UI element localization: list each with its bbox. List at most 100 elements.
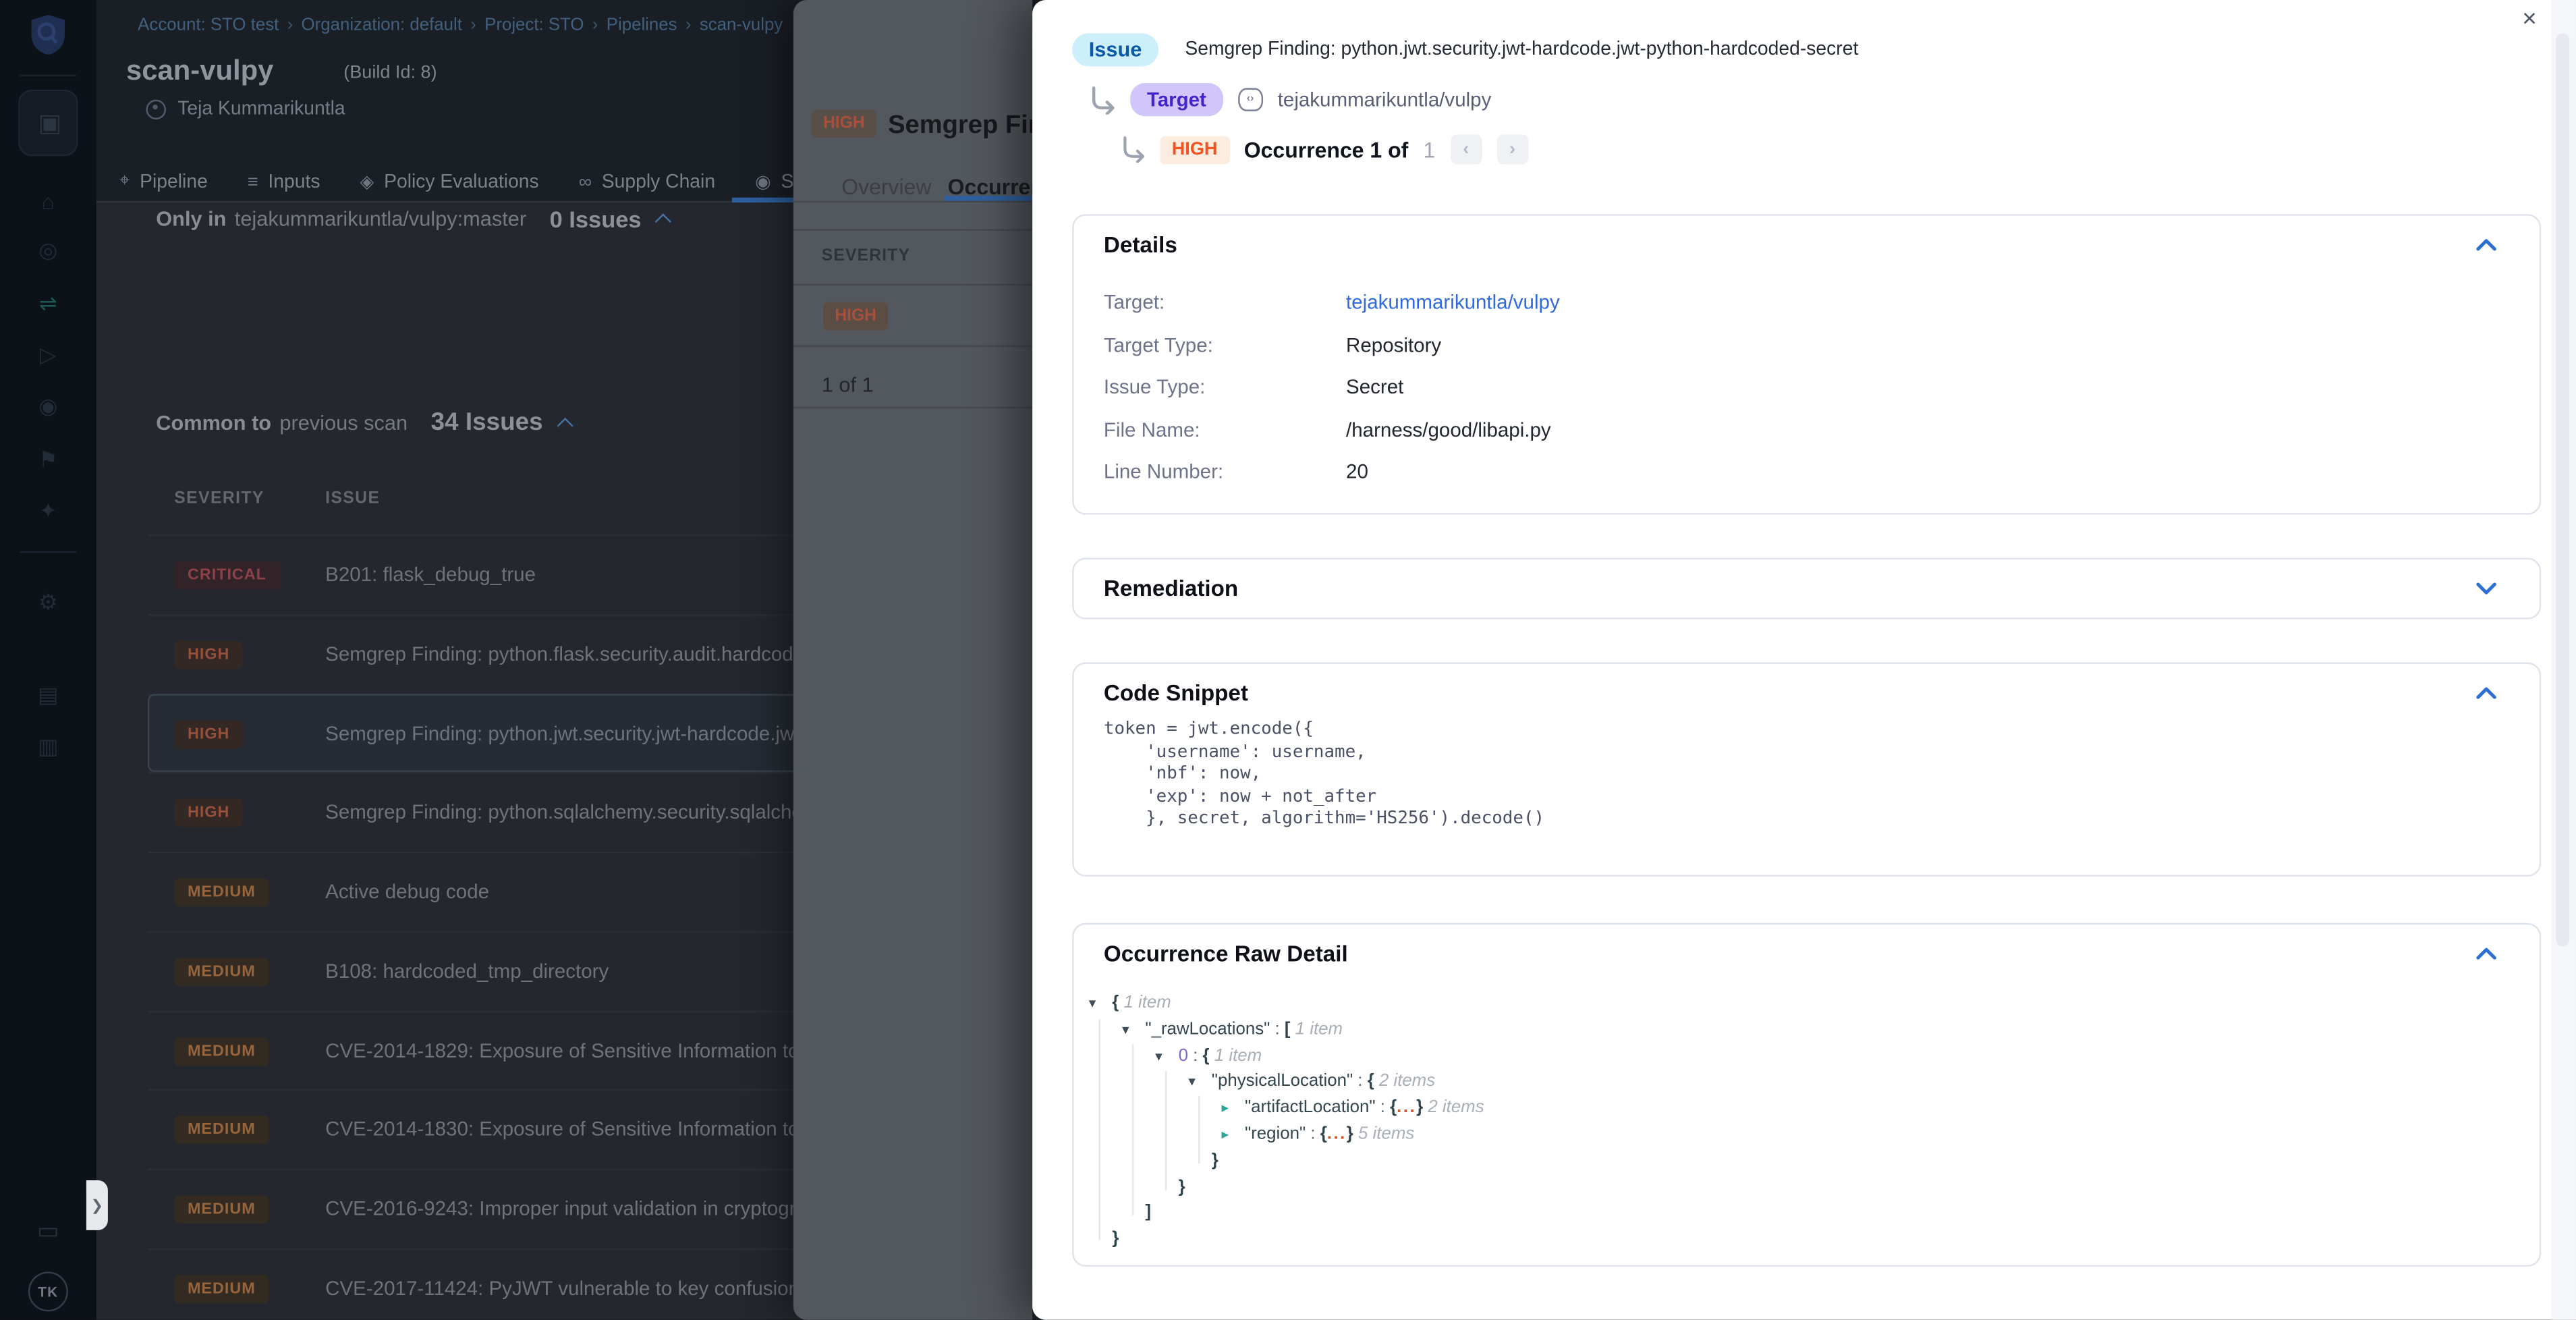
breadcrumb-separator: › — [592, 15, 598, 35]
user-name: Teja Kummarikuntla — [177, 100, 345, 120]
divider — [793, 284, 1032, 285]
user-icon — [146, 100, 166, 120]
tree-seg-key: "region" — [1245, 1124, 1306, 1144]
executions-icon[interactable]: ▷ — [0, 343, 96, 365]
detail-value: Secret — [1346, 375, 1403, 398]
table-row-issue[interactable]: B201: flask_debug_true — [325, 563, 536, 586]
tab-pipeline[interactable]: ⌖Pipeline — [119, 171, 208, 192]
table-row-issue[interactable]: CVE-2014-1829: Exposure of Sensitive Inf… — [325, 1039, 827, 1062]
repository-icon: ‹› — [1238, 88, 1263, 111]
tree-line[interactable]: ▾{ 1 item — [1089, 991, 1484, 1018]
user-avatar[interactable]: TK — [28, 1271, 68, 1311]
table-row-issue[interactable]: Semgrep Finding: python.flask.security.a… — [325, 642, 822, 665]
discovery-icon[interactable]: ◎ — [0, 239, 96, 260]
detail-value-link[interactable]: tejakummarikuntla/vulpy — [1346, 291, 1560, 314]
tree-down-arrow-icon[interactable]: ▾ — [1089, 991, 1112, 1018]
tree-seg-pb: ] — [1145, 1203, 1151, 1223]
tree-line[interactable]: } — [1188, 1149, 1484, 1175]
tree-seg-pb: { — [1390, 1098, 1397, 1118]
severity-badge: HIGH — [174, 799, 243, 827]
tab-supply-chain[interactable]: ∞Supply Chain — [579, 171, 715, 192]
table-row-issue[interactable]: CVE-2017-11424: PyJWT vulnerable to key … — [325, 1276, 827, 1299]
tree-line[interactable]: ▸"artifactLocation" : {...} 2 items — [1222, 1096, 1484, 1122]
breadcrumb-item[interactable]: Project: STO — [484, 15, 584, 35]
tree-seg-d: ... — [1397, 1098, 1416, 1118]
tab-label: Supply Chain — [602, 172, 715, 192]
tab-overview[interactable]: Overview — [841, 174, 931, 199]
section-common: Common to previous scan 34 Issues — [156, 408, 571, 437]
packages-icon[interactable]: ▤ — [0, 684, 96, 706]
chevron-up-icon[interactable] — [2473, 232, 2499, 258]
table-row-issue[interactable]: Semgrep Finding: python.sqlalchemy.secur… — [325, 800, 819, 823]
tree-seg-c: 1 item — [1210, 1045, 1262, 1066]
scrollbar-thumb[interactable] — [2556, 33, 2569, 946]
detail-value: Repository — [1346, 333, 1441, 356]
tree-line[interactable]: } — [1155, 1175, 1484, 1201]
tree-seg-key: "artifactLocation" — [1245, 1098, 1376, 1118]
table-row-issue[interactable]: CVE-2016-9243: Improper input validation… — [325, 1197, 818, 1220]
home-icon[interactable]: ⌂ — [0, 191, 96, 213]
table-row-issue[interactable]: Semgrep Finding: python.jwt.security.jwt… — [325, 721, 818, 744]
common-count: 34 Issues — [431, 408, 543, 437]
tab-inputs[interactable]: ≡Inputs — [248, 171, 320, 192]
tree-line[interactable]: ] — [1122, 1201, 1484, 1228]
settings-icon[interactable]: ⚙ — [0, 591, 96, 613]
raw-detail-card: Occurrence Raw Detail ▾{ 1 item▾"_rawLoc… — [1072, 923, 2541, 1267]
detail-label: Line Number: — [1104, 460, 1223, 483]
collapse-chevron-icon[interactable] — [656, 213, 672, 229]
tree-seg-key: "physicalLocation" — [1212, 1072, 1353, 1092]
severity-badge: HIGH — [1160, 135, 1229, 163]
pipelines-icon[interactable]: ⇌ — [0, 292, 96, 314]
breadcrumb-item[interactable]: scan-vulpy — [700, 15, 783, 35]
chevron-up-icon[interactable] — [2473, 941, 2499, 968]
raw-detail-json-tree: ▾{ 1 item▾"_rawLocations" : [ 1 item▾0 :… — [1089, 991, 1484, 1254]
close-icon[interactable]: × — [2515, 5, 2544, 34]
tree-down-arrow-icon[interactable]: ▾ — [1155, 1043, 1178, 1070]
tree-seg-pn: : — [1306, 1124, 1320, 1144]
table-row-issue[interactable]: B108: hardcoded_tmp_directory — [325, 959, 609, 982]
issue-badge: Issue — [1072, 33, 1158, 66]
detail-label: File Name: — [1104, 418, 1200, 441]
sidebar-module-box[interactable]: ▣ — [18, 90, 78, 156]
harness-sto-logo-icon[interactable] — [28, 13, 68, 57]
tree-right-arrow-icon[interactable]: ▸ — [1222, 1122, 1245, 1149]
monitor-icon[interactable]: ▭ — [0, 1220, 96, 1242]
table-row-issue[interactable]: CVE-2014-1830: Exposure of Sensitive Inf… — [325, 1118, 827, 1140]
tab-label: Inputs — [268, 172, 320, 192]
severity-badge: MEDIUM — [174, 958, 269, 986]
hierarchy-icon[interactable]: ▥ — [0, 736, 96, 757]
tree-line[interactable]: ▾"physicalLocation" : { 2 items — [1188, 1070, 1484, 1096]
chevron-down-icon[interactable] — [2473, 574, 2499, 601]
occurrence-row-severity[interactable]: HIGH — [823, 302, 888, 331]
tree-line[interactable]: } — [1089, 1227, 1484, 1253]
tree-seg-c: 5 items — [1353, 1124, 1414, 1144]
breadcrumb-item[interactable]: Pipelines — [607, 15, 677, 35]
divider — [793, 346, 1032, 347]
sidebar-expand-button[interactable]: ❯ — [86, 1180, 108, 1230]
tree-down-arrow-icon[interactable]: ▾ — [1188, 1070, 1211, 1096]
chevron-up-icon[interactable] — [2473, 681, 2499, 707]
tree-line[interactable]: ▾0 : { 1 item — [1155, 1043, 1484, 1070]
collapse-chevron-icon[interactable] — [557, 417, 573, 433]
flags-icon[interactable]: ⚑ — [0, 448, 96, 470]
keys-icon[interactable]: ✦ — [0, 499, 96, 521]
row-divider — [148, 1169, 878, 1170]
table-row-issue[interactable]: Active debug code — [325, 880, 489, 903]
tree-right-arrow-icon[interactable]: ▸ — [1222, 1096, 1245, 1122]
next-occurrence-button[interactable]: › — [1496, 134, 1528, 164]
tree-down-arrow-icon[interactable]: ▾ — [1122, 1017, 1145, 1043]
detail-label: Target Type: — [1104, 333, 1213, 356]
tree-line[interactable]: ▸"region" : {...} 5 items — [1222, 1122, 1484, 1149]
row-divider — [148, 1089, 878, 1091]
breadcrumb-item[interactable]: Account: STO test — [138, 15, 279, 35]
tab-policy-evaluations[interactable]: ◈Policy Evaluations — [360, 171, 539, 192]
common-bold: Common to — [156, 411, 271, 434]
breadcrumb-item[interactable]: Organization: default — [302, 15, 462, 35]
breadcrumb: Account: STO test›Organization: default›… — [138, 15, 783, 35]
divider — [793, 407, 1032, 408]
tree-line[interactable]: ▾"_rawLocations" : [ 1 item — [1122, 1017, 1484, 1043]
severity-badge: MEDIUM — [174, 1275, 269, 1303]
issue-panel: HIGH Semgrep Finding: python.jwt.securit… — [793, 0, 1032, 1320]
targets-icon[interactable]: ◉ — [0, 395, 96, 416]
prev-occurrence-button[interactable]: ‹ — [1450, 134, 1482, 164]
